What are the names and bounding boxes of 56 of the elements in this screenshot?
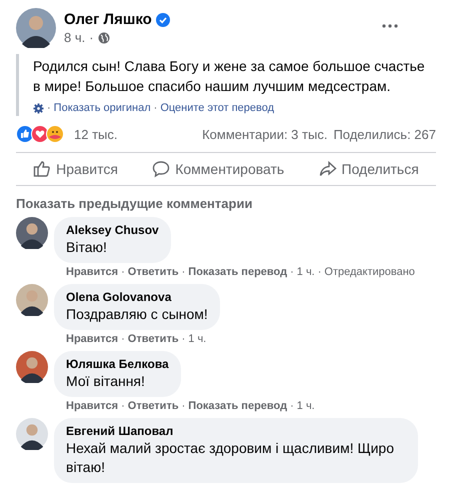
comment-meta: 1 ч. <box>296 266 315 278</box>
comment-button[interactable]: Комментировать <box>144 155 292 183</box>
share-arrow-icon <box>318 160 336 178</box>
author-name[interactable]: Олег Ляшко <box>64 11 152 28</box>
separator-dot: · <box>154 102 158 114</box>
commenter-avatar[interactable] <box>16 351 48 383</box>
comment-action-link[interactable]: Нравится <box>66 333 118 345</box>
commenter-avatar[interactable] <box>16 418 48 450</box>
commenter-avatar[interactable] <box>16 284 48 316</box>
separator-dot: · <box>121 400 125 412</box>
separator-dot: · <box>121 333 125 345</box>
translation-link[interactable]: Показать оригинал <box>54 102 151 114</box>
comment-text: Вітаю! <box>66 238 108 257</box>
comment-meta: Отредактировано <box>324 266 415 278</box>
comment-action-link[interactable]: Показать перевод <box>188 266 288 278</box>
separator-dot: · <box>47 102 51 114</box>
reaction-count[interactable]: 12 тыс. <box>74 126 118 142</box>
comment-text: Нехай малий зростає здоровим і щасливим! Щиро вітаю! <box>66 439 395 477</box>
separator-dot: · <box>182 333 186 345</box>
separator-dot: · <box>290 400 294 412</box>
separator-dot: · <box>89 30 94 45</box>
commenter-name[interactable]: Юляшка Белкова <box>66 357 169 372</box>
separator-dot: · <box>182 266 186 278</box>
comment-text: Поздравляю с сыном! <box>66 305 208 324</box>
speech-bubble-icon <box>152 160 170 178</box>
like-button[interactable]: Нравится <box>25 155 126 183</box>
comment-meta: 1 ч. <box>188 333 206 345</box>
commenter-name[interactable]: Olena Golovanova <box>66 290 208 305</box>
translation-link[interactable]: Оцените этот перевод <box>160 102 274 114</box>
comment-action-link[interactable]: Показать перевод <box>188 400 288 412</box>
comment-action-link[interactable]: Ответить <box>128 400 179 412</box>
comment-meta: 1 ч. <box>296 400 315 412</box>
thumbs-up-icon <box>33 160 52 178</box>
comment-action-link[interactable]: Ответить <box>128 333 179 345</box>
commenter-name[interactable]: Aleksey Chusov <box>66 223 159 238</box>
comment-action-link[interactable]: Нравится <box>66 266 118 278</box>
share-count[interactable]: Поделились: 267 <box>333 126 436 142</box>
author-avatar[interactable] <box>16 8 56 48</box>
post-text: Родился сын! Слава Богу и жене за самое большое счастье в мире! Большое спасибо нашим лучшим медсестрам. <box>33 57 426 96</box>
globe-icon <box>98 32 110 44</box>
previous-comments-link[interactable]: Показать предыдущие комментарии <box>16 196 252 211</box>
separator-dot: · <box>121 266 125 278</box>
separator-dot: · <box>290 266 294 278</box>
comment-count[interactable]: Комментарии: 3 тыс. <box>202 126 328 142</box>
separator-dot: · <box>182 400 186 412</box>
share-button[interactable]: Поделиться <box>310 155 427 183</box>
reaction-icons[interactable] <box>16 125 66 143</box>
gear-icon <box>33 102 44 114</box>
more-options-icon[interactable] <box>382 24 398 28</box>
commenter-avatar[interactable] <box>16 217 48 249</box>
comment-text: Мої вітання! <box>66 372 146 391</box>
separator-dot: · <box>318 266 322 278</box>
commenter-name[interactable]: Евгений Шаповал <box>66 424 406 439</box>
post-time[interactable]: 8 ч. <box>64 30 86 45</box>
comment-action-link[interactable]: Ответить <box>128 266 179 278</box>
comment-action-link[interactable]: Нравится <box>66 400 118 412</box>
